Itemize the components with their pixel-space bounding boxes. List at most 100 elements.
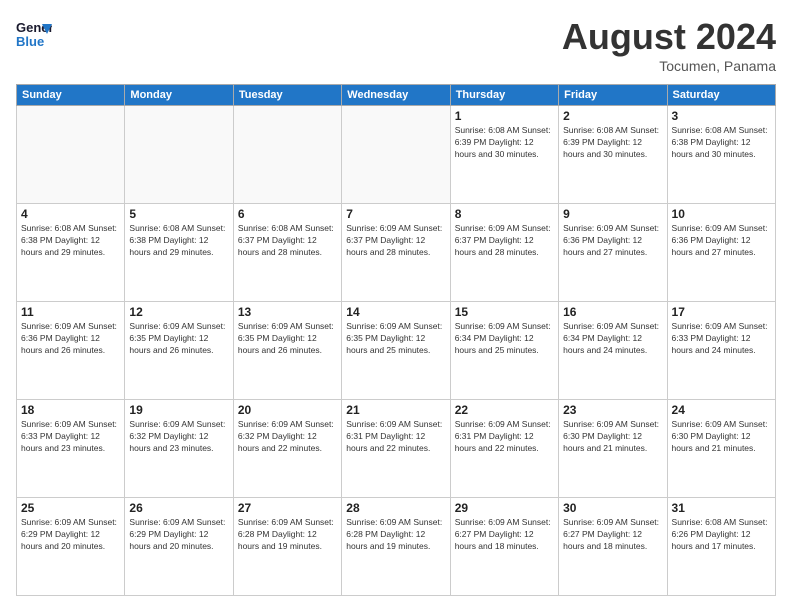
- day-info: Sunrise: 6:09 AM Sunset: 6:36 PM Dayligh…: [563, 223, 662, 259]
- col-saturday: Saturday: [667, 85, 775, 106]
- week-row-2: 4 Sunrise: 6:08 AM Sunset: 6:38 PM Daylig…: [17, 204, 776, 302]
- day-number: 7: [346, 207, 445, 221]
- svg-text:Blue: Blue: [16, 34, 44, 49]
- day-number: 23: [563, 403, 662, 417]
- day-number: 22: [455, 403, 554, 417]
- day-cell: 27 Sunrise: 6:09 AM Sunset: 6:28 PM Dayli…: [233, 498, 341, 596]
- day-info: Sunrise: 6:09 AM Sunset: 6:32 PM Dayligh…: [238, 419, 337, 455]
- day-info: Sunrise: 6:09 AM Sunset: 6:28 PM Dayligh…: [238, 517, 337, 553]
- day-number: 16: [563, 305, 662, 319]
- day-cell: 21Sunrise: 6:09 AM Sunset: 6:31 PM Dayli…: [342, 400, 450, 498]
- day-number: 3: [672, 109, 771, 123]
- page: General Blue August 2024 Tocumen, Panama…: [0, 0, 792, 612]
- day-info: Sunrise: 6:09 AM Sunset: 6:29 PM Dayligh…: [21, 517, 120, 553]
- day-number: 5: [129, 207, 228, 221]
- day-number: 1: [455, 109, 554, 123]
- day-number: 27: [238, 501, 337, 515]
- day-cell: 28 Sunrise: 6:09 AM Sunset: 6:28 PM Dayli…: [342, 498, 450, 596]
- day-info: Sunrise: 6:09 AM Sunset: 6:37 PM Dayligh…: [346, 223, 445, 259]
- day-number: 10: [672, 207, 771, 221]
- week-row-4: 18 Sunrise: 6:09 AM Sunset: 6:33 PM Dayli…: [17, 400, 776, 498]
- day-number: 19: [129, 403, 228, 417]
- day-number: 9: [563, 207, 662, 221]
- day-cell: 29 Sunrise: 6:09 AM Sunset: 6:27 PM Dayli…: [450, 498, 558, 596]
- day-number: 13: [238, 305, 337, 319]
- day-cell: [17, 106, 125, 204]
- day-cell: 6 Sunrise: 6:08 AM Sunset: 6:37 PM Daylig…: [233, 204, 341, 302]
- day-cell: 13 Sunrise: 6:09 AM Sunset: 6:35 PM Dayli…: [233, 302, 341, 400]
- day-cell: 8 Sunrise: 6:09 AM Sunset: 6:37 PM Daylig…: [450, 204, 558, 302]
- day-info: Sunrise: 6:09 AM Sunset: 6:36 PM Dayligh…: [672, 223, 771, 259]
- day-cell: 16Sunrise: 6:09 AM Sunset: 6:34 PM Dayli…: [559, 302, 667, 400]
- day-cell: 3 Sunrise: 6:08 AM Sunset: 6:38 PM Daylig…: [667, 106, 775, 204]
- location: Tocumen, Panama: [562, 58, 776, 74]
- day-info: Sunrise: 6:09 AM Sunset: 6:27 PM Dayligh…: [455, 517, 554, 553]
- day-cell: 1Sunrise: 6:08 AM Sunset: 6:39 PM Daylig…: [450, 106, 558, 204]
- day-info: Sunrise: 6:09 AM Sunset: 6:30 PM Dayligh…: [563, 419, 662, 455]
- day-info: Sunrise: 6:08 AM Sunset: 6:38 PM Dayligh…: [672, 125, 771, 161]
- day-number: 11: [21, 305, 120, 319]
- day-cell: 19 Sunrise: 6:09 AM Sunset: 6:32 PM Dayli…: [125, 400, 233, 498]
- day-info: Sunrise: 6:09 AM Sunset: 6:31 PM Dayligh…: [455, 419, 554, 455]
- day-info: Sunrise: 6:09 AM Sunset: 6:33 PM Dayligh…: [21, 419, 120, 455]
- day-number: 12: [129, 305, 228, 319]
- day-cell: 20Sunrise: 6:09 AM Sunset: 6:32 PM Dayli…: [233, 400, 341, 498]
- day-cell: 17Sunrise: 6:09 AM Sunset: 6:33 PM Dayli…: [667, 302, 775, 400]
- day-number: 8: [455, 207, 554, 221]
- day-cell: 4 Sunrise: 6:08 AM Sunset: 6:38 PM Daylig…: [17, 204, 125, 302]
- calendar: Sunday Monday Tuesday Wednesday Thursday…: [16, 84, 776, 596]
- day-cell: [125, 106, 233, 204]
- week-row-1: 1 Sunrise: 6:08 AM Sunset: 6:39 PM Daylig…: [17, 106, 776, 204]
- day-cell: 5Sunrise: 6:08 AM Sunset: 6:38 PM Daylig…: [125, 204, 233, 302]
- calendar-header-row: Sunday Monday Tuesday Wednesday Thursday…: [17, 85, 776, 106]
- day-cell: 15 Sunrise: 6:09 AM Sunset: 6:34 PM Dayli…: [450, 302, 558, 400]
- day-info: Sunrise: 6:09 AM Sunset: 6:34 PM Dayligh…: [455, 321, 554, 357]
- day-info: Sunrise: 6:09 AM Sunset: 6:35 PM Dayligh…: [238, 321, 337, 357]
- day-cell: 9 Sunrise: 6:09 AM Sunset: 6:36 PM Daylig…: [559, 204, 667, 302]
- day-number: 17: [672, 305, 771, 319]
- day-number: 4: [21, 207, 120, 221]
- day-number: 25: [21, 501, 120, 515]
- day-info: Sunrise: 6:08 AM Sunset: 6:37 PM Dayligh…: [238, 223, 337, 259]
- day-cell: 10 Sunrise: 6:09 AM Sunset: 6:36 PM Dayli…: [667, 204, 775, 302]
- day-number: 18: [21, 403, 120, 417]
- day-cell: 12 Sunrise: 6:09 AM Sunset: 6:35 PM Dayli…: [125, 302, 233, 400]
- day-number: 29: [455, 501, 554, 515]
- day-info: Sunrise: 6:09 AM Sunset: 6:28 PM Dayligh…: [346, 517, 445, 553]
- day-info: Sunrise: 6:09 AM Sunset: 6:37 PM Dayligh…: [455, 223, 554, 259]
- day-info: Sunrise: 6:09 AM Sunset: 6:30 PM Dayligh…: [672, 419, 771, 455]
- day-cell: 14 Sunrise: 6:09 AM Sunset: 6:35 PM Dayli…: [342, 302, 450, 400]
- day-cell: 7 Sunrise: 6:09 AM Sunset: 6:37 PM Daylig…: [342, 204, 450, 302]
- day-info: Sunrise: 6:09 AM Sunset: 6:35 PM Dayligh…: [346, 321, 445, 357]
- week-row-3: 11Sunrise: 6:09 AM Sunset: 6:36 PM Dayli…: [17, 302, 776, 400]
- day-number: 15: [455, 305, 554, 319]
- day-number: 14: [346, 305, 445, 319]
- day-info: Sunrise: 6:09 AM Sunset: 6:32 PM Dayligh…: [129, 419, 228, 455]
- day-cell: [342, 106, 450, 204]
- day-cell: 23 Sunrise: 6:09 AM Sunset: 6:30 PM Dayli…: [559, 400, 667, 498]
- day-cell: 31Sunrise: 6:08 AM Sunset: 6:26 PM Dayli…: [667, 498, 775, 596]
- logo-icon: General Blue: [16, 16, 52, 52]
- day-info: Sunrise: 6:09 AM Sunset: 6:31 PM Dayligh…: [346, 419, 445, 455]
- day-number: 30: [563, 501, 662, 515]
- day-cell: 18 Sunrise: 6:09 AM Sunset: 6:33 PM Dayli…: [17, 400, 125, 498]
- col-wednesday: Wednesday: [342, 85, 450, 106]
- day-info: Sunrise: 6:08 AM Sunset: 6:39 PM Dayligh…: [563, 125, 662, 161]
- day-info: Sunrise: 6:09 AM Sunset: 6:29 PM Dayligh…: [129, 517, 228, 553]
- day-number: 24: [672, 403, 771, 417]
- day-info: Sunrise: 6:09 AM Sunset: 6:35 PM Dayligh…: [129, 321, 228, 357]
- day-cell: 26 Sunrise: 6:09 AM Sunset: 6:29 PM Dayli…: [125, 498, 233, 596]
- header: General Blue August 2024 Tocumen, Panama: [16, 16, 776, 74]
- day-number: 31: [672, 501, 771, 515]
- month-title: August 2024: [562, 16, 776, 58]
- day-cell: [233, 106, 341, 204]
- col-thursday: Thursday: [450, 85, 558, 106]
- day-number: 26: [129, 501, 228, 515]
- day-number: 2: [563, 109, 662, 123]
- day-info: Sunrise: 6:08 AM Sunset: 6:38 PM Dayligh…: [21, 223, 120, 259]
- logo: General Blue: [16, 16, 52, 52]
- day-number: 6: [238, 207, 337, 221]
- day-number: 28: [346, 501, 445, 515]
- day-info: Sunrise: 6:09 AM Sunset: 6:27 PM Dayligh…: [563, 517, 662, 553]
- day-cell: 30 Sunrise: 6:09 AM Sunset: 6:27 PM Dayli…: [559, 498, 667, 596]
